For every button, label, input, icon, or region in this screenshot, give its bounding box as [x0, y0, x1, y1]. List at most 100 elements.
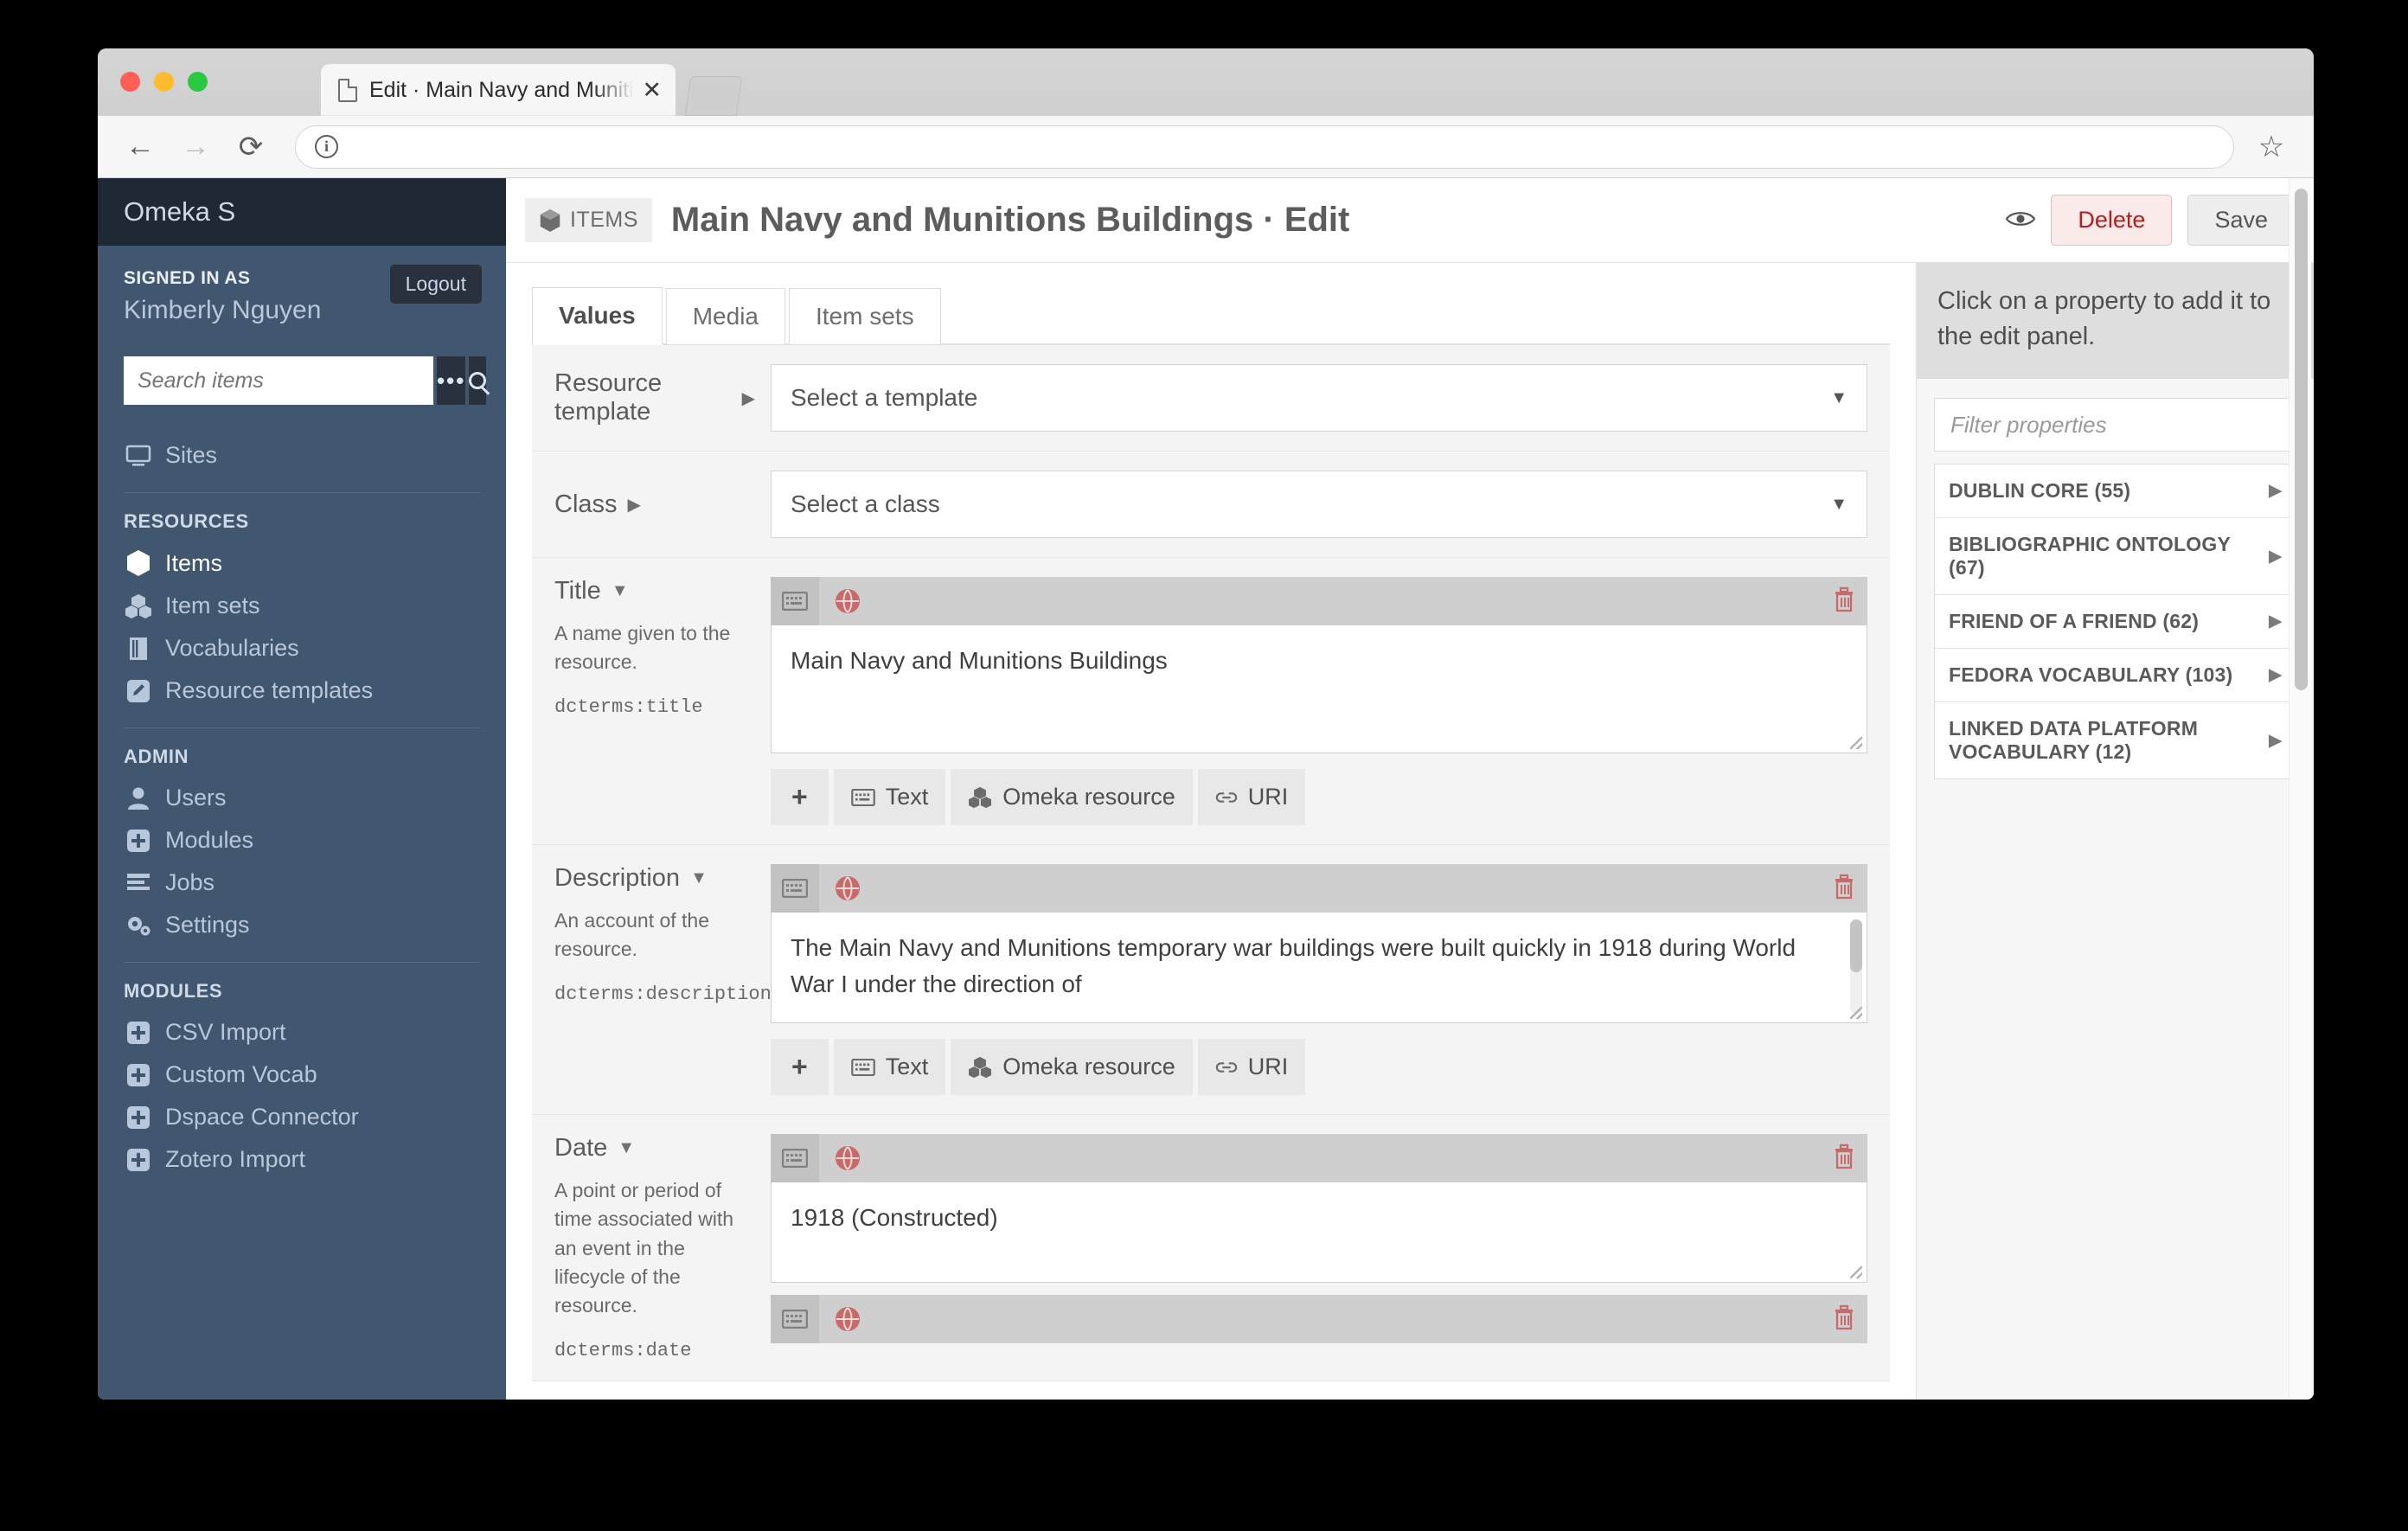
add-uri-button[interactable]: URI: [1197, 769, 1306, 825]
language-globe-icon[interactable]: [835, 875, 861, 901]
advanced-search-button[interactable]: •••: [437, 356, 466, 405]
search-input[interactable]: [124, 356, 433, 405]
language-globe-icon[interactable]: [835, 588, 861, 614]
keyboard-icon[interactable]: [771, 864, 819, 913]
sidebar-item-resource-templates[interactable]: Resource templates: [98, 669, 506, 712]
add-text-button[interactable]: Text: [833, 1039, 946, 1095]
add-omeka-resource-button[interactable]: Omeka resource: [951, 769, 1193, 825]
chevron-right-icon: ▶: [2269, 666, 2282, 685]
browser-tab[interactable]: Edit · Main Navy and Munitions ✕: [321, 64, 676, 116]
chevron-right-icon[interactable]: ▶: [628, 494, 641, 516]
vocabulary-item-friend-of-a-friend[interactable]: FRIEND OF A FRIEND (62) ▶: [1935, 595, 2296, 650]
sidebar-item-label: CSV Import: [165, 1019, 286, 1045]
value-textarea[interactable]: The Main Navy and Munitions temporary wa…: [771, 913, 1867, 1023]
keyboard-icon[interactable]: [771, 1295, 819, 1343]
sidebar-item-dspace-connector[interactable]: Dspace Connector: [98, 1096, 506, 1138]
forward-icon[interactable]: →: [176, 127, 215, 167]
divider: [124, 492, 480, 493]
chevron-down-icon[interactable]: ▼: [690, 868, 708, 888]
tab-media[interactable]: Media: [665, 288, 785, 345]
class-select[interactable]: Select a class ▼: [771, 471, 1867, 538]
resource-template-label: Resource template ▶: [554, 369, 755, 426]
property-label: Title ▼: [554, 577, 755, 605]
reload-icon[interactable]: ⟳: [231, 127, 271, 167]
textarea-scrollbar[interactable]: [1850, 919, 1862, 1014]
delete-value-icon[interactable]: [1833, 1304, 1855, 1335]
language-globe-icon[interactable]: [835, 1306, 861, 1332]
logout-button[interactable]: Logout: [389, 265, 482, 304]
link-icon: [1215, 791, 1237, 803]
property-comment: A name given to the resource.: [554, 622, 731, 674]
sidebar-item-sites[interactable]: Sites: [98, 434, 506, 477]
button-label: Text: [885, 1054, 929, 1079]
scrollbar-thumb[interactable]: [2295, 189, 2308, 690]
save-button[interactable]: Save: [2187, 195, 2295, 246]
maximize-window-button[interactable]: [188, 72, 208, 92]
eye-icon[interactable]: [2006, 206, 2036, 235]
sidebar-item-item-sets[interactable]: Item sets: [98, 585, 506, 627]
resize-handle[interactable]: [1850, 737, 1862, 749]
class-row: Class ▶ Select a class ▼: [532, 452, 1890, 558]
tab-item-sets[interactable]: Item sets: [789, 288, 941, 345]
link-icon: [1215, 1061, 1237, 1073]
page-viewport: Omeka S SIGNED IN AS Kimberly Nguyen Log…: [98, 178, 2314, 1400]
add-value-button[interactable]: +: [771, 1039, 829, 1095]
sidebar-item-custom-vocab[interactable]: Custom Vocab: [98, 1054, 506, 1096]
add-text-button[interactable]: Text: [833, 769, 946, 825]
main-content: ITEMS Main Navy and Munitions Buildings …: [506, 178, 2314, 1400]
sidebar-item-modules[interactable]: Modules: [98, 819, 506, 862]
sidebar-item-items[interactable]: Items: [98, 541, 506, 585]
minimize-window-button[interactable]: [154, 72, 174, 92]
vocabulary-item-fedora-vocabulary[interactable]: FEDORA VOCABULARY (103) ▶: [1935, 649, 2296, 703]
page-info-icon[interactable]: i: [315, 135, 338, 158]
vocabulary-item-dublin-core[interactable]: DUBLIN CORE (55) ▶: [1935, 464, 2296, 519]
chevron-down-icon[interactable]: ▼: [612, 581, 629, 601]
value-text: Main Navy and Munitions Buildings: [791, 647, 1168, 674]
add-omeka-resource-button[interactable]: Omeka resource: [951, 1039, 1193, 1095]
close-window-button[interactable]: [120, 72, 140, 92]
field-label-col: Resource template ▶: [554, 369, 771, 426]
sidebar-item-users[interactable]: Users: [98, 777, 506, 819]
close-icon[interactable]: ✕: [642, 78, 662, 102]
tab-values[interactable]: Values: [532, 287, 663, 345]
back-icon[interactable]: ←: [120, 127, 160, 167]
delete-button[interactable]: Delete: [2051, 195, 2173, 246]
filter-properties-input[interactable]: Filter properties: [1934, 398, 2296, 452]
add-value-button[interactable]: +: [771, 769, 829, 825]
chevron-right-icon: ▶: [2269, 547, 2282, 566]
resource-template-select[interactable]: Select a template ▼: [771, 364, 1867, 432]
value-text: The Main Navy and Munitions temporary wa…: [791, 934, 1796, 997]
vocabulary-item-linked-data-platform-vocabulary[interactable]: LINKED DATA PLATFORM VOCABULARY (12) ▶: [1935, 702, 2296, 778]
plus-square-icon: [124, 1148, 153, 1172]
add-uri-button[interactable]: URI: [1197, 1039, 1306, 1095]
sidebar-item-settings[interactable]: Settings: [98, 904, 506, 946]
brand-label[interactable]: Omeka S: [124, 196, 235, 227]
page-scrollbar[interactable]: [2289, 178, 2311, 1400]
sidebar-item-csv-import[interactable]: CSV Import: [98, 1011, 506, 1054]
value-textarea[interactable]: Main Navy and Munitions Buildings: [771, 625, 1867, 753]
language-globe-icon[interactable]: [835, 1145, 861, 1171]
cubes-icon: [124, 593, 153, 619]
keyboard-icon[interactable]: [771, 577, 819, 625]
chevron-right-icon[interactable]: ▶: [742, 388, 755, 409]
bookmark-star-icon[interactable]: ☆: [2251, 127, 2291, 167]
value-textarea[interactable]: 1918 (Constructed): [771, 1182, 1867, 1283]
breadcrumb[interactable]: ITEMS: [525, 198, 652, 242]
address-bar[interactable]: i: [295, 125, 2234, 169]
resize-handle[interactable]: [1850, 1007, 1862, 1019]
sidebar-item-vocabularies[interactable]: Vocabularies: [98, 627, 506, 669]
vocabulary-item-bibliographic-ontology[interactable]: BIBLIOGRAPHIC ONTOLOGY (67) ▶: [1935, 518, 2296, 596]
vocabulary-label: FEDORA VOCABULARY (103): [1949, 663, 2233, 687]
resize-handle[interactable]: [1850, 1266, 1862, 1278]
delete-value-icon[interactable]: [1833, 874, 1855, 904]
keyboard-icon[interactable]: [771, 1134, 819, 1182]
delete-value-icon[interactable]: [1833, 1143, 1855, 1174]
sidebar-item-jobs[interactable]: Jobs: [98, 862, 506, 904]
delete-value-icon[interactable]: [1833, 586, 1855, 617]
chevron-down-icon[interactable]: ▼: [618, 1138, 635, 1158]
cube-icon: [540, 208, 560, 232]
sidebar-item-zotero-import[interactable]: Zotero Import: [98, 1138, 506, 1181]
chevron-down-icon: ▼: [1830, 388, 1848, 407]
new-tab-button[interactable]: [684, 76, 743, 116]
search-submit-button[interactable]: [469, 356, 487, 405]
